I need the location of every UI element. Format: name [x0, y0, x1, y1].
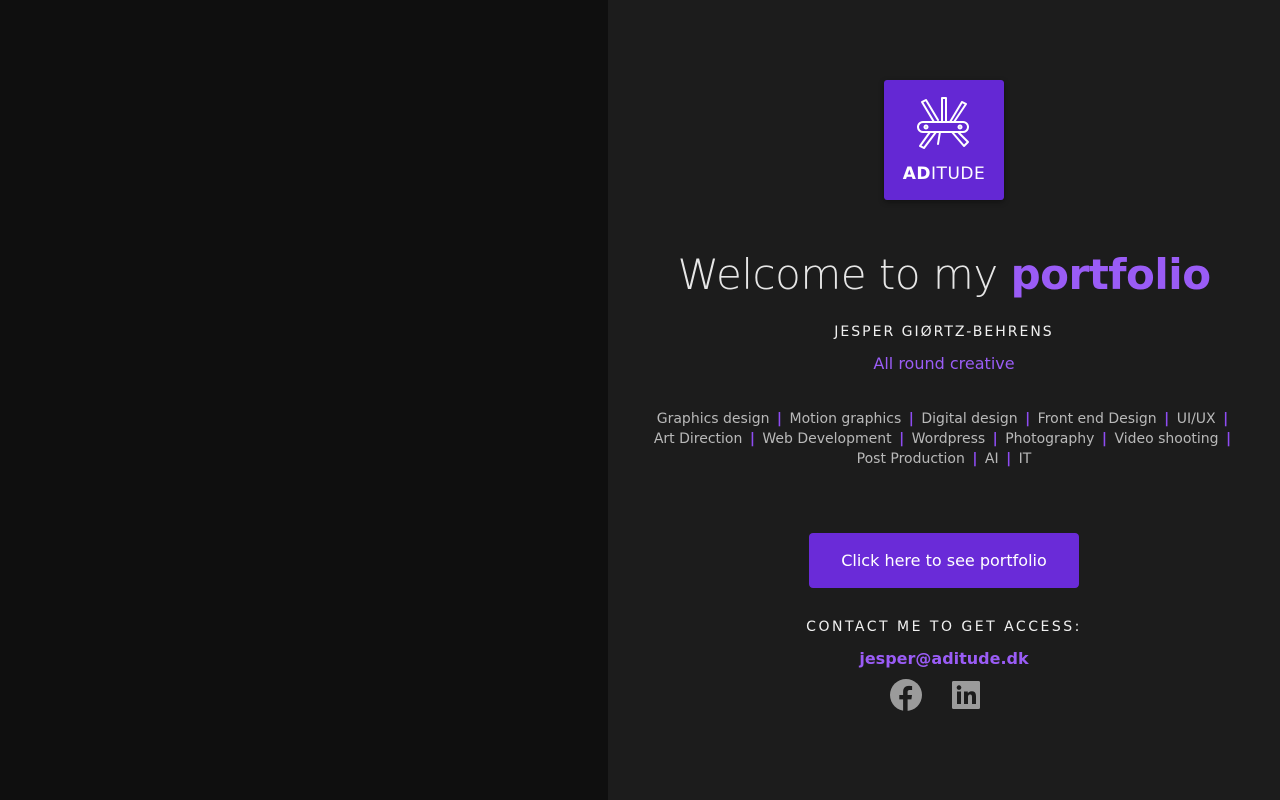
skill-separator: |: [899, 431, 905, 447]
email-link[interactable]: jesper@aditude.dk: [608, 649, 1280, 668]
skill-separator: |: [1101, 431, 1107, 447]
aditude-logo: ADITUDE: [884, 80, 1004, 200]
skill-item: Web Development: [762, 431, 892, 447]
skill-item: IT: [1018, 451, 1032, 467]
owner-name: JESPER GIØRTZ-BEHRENS: [834, 324, 1054, 340]
facebook-link[interactable]: [890, 679, 922, 711]
skills-list: Graphics design | Motion graphics | Digi…: [652, 409, 1236, 469]
skill-separator: |: [1226, 431, 1232, 447]
logo-wordmark: ADITUDE: [884, 164, 1004, 184]
social-links: [890, 679, 1000, 711]
skill-separator: |: [1223, 411, 1229, 427]
tagline: All round creative: [873, 354, 1015, 373]
skill-separator: |: [992, 431, 998, 447]
logo-text-light: ITUDE: [931, 164, 986, 184]
title-accent: portfolio: [1010, 250, 1211, 299]
skill-item: Digital design: [921, 411, 1018, 427]
skill-separator: |: [776, 411, 783, 427]
skill-item: Motion graphics: [789, 411, 902, 427]
skill-separator: |: [908, 411, 914, 427]
skill-separator: |: [1025, 411, 1031, 427]
page-title: Welcome to my portfolio: [608, 250, 1280, 299]
skill-item: UI/UX: [1176, 411, 1216, 427]
left-panel: [0, 0, 608, 800]
skill-item: Video shooting: [1114, 431, 1219, 447]
skill-separator: |: [749, 431, 755, 447]
skill-item: AI: [984, 451, 999, 467]
skill-separator: |: [1006, 451, 1012, 467]
logo-text-bold: AD: [902, 164, 932, 184]
title-prefix: Welcome to my: [677, 250, 1011, 299]
skill-item: Wordpress: [911, 431, 986, 447]
multitool-icon: [917, 97, 969, 149]
skill-item: Post Production: [856, 451, 965, 467]
skill-separator: |: [972, 451, 978, 467]
skill-item: Front end Design: [1037, 411, 1157, 427]
skill-item: Art Direction: [653, 431, 743, 447]
skill-item: Photography: [1005, 431, 1095, 447]
facebook-icon: [890, 679, 922, 711]
skill-item: Graphics design: [656, 411, 770, 427]
skill-separator: |: [1164, 411, 1170, 427]
contact-label: CONTACT ME TO GET ACCESS:: [806, 619, 1082, 635]
linkedin-icon: [952, 681, 980, 709]
right-panel: ADITUDE Welcome to my portfolio JESPER G…: [608, 0, 1280, 800]
linkedin-link[interactable]: [950, 679, 982, 711]
see-portfolio-button[interactable]: Click here to see portfolio: [809, 533, 1079, 588]
